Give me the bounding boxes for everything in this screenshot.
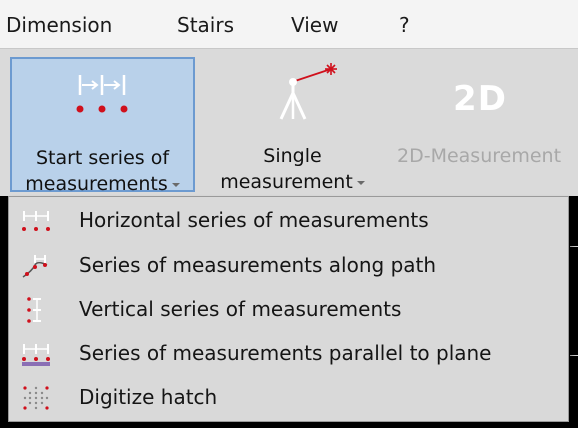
vertical-series-icon (27, 297, 41, 323)
menu-view[interactable]: View (291, 0, 338, 48)
menu-stairs[interactable]: Stairs (177, 0, 234, 48)
single-measurement-label-line2: measurement (220, 171, 353, 193)
menu-item-label: Horizontal series of measurements (79, 208, 429, 232)
2d-measurement-label-line1: 2D-Measurement (397, 145, 562, 167)
series-dropdown-menu: Horizontal series of measurements Series… (8, 196, 569, 422)
path-series-icon (22, 255, 48, 278)
start-series-label-line2: measurements (25, 173, 168, 195)
menu-help[interactable]: ? (399, 0, 410, 48)
single-measurement-label-line1: Single (263, 145, 322, 167)
menu-item-label: Series of measurements along path (79, 253, 437, 277)
ribbon-panel: Start series of measurements Single meas… (0, 49, 578, 196)
menu-bar: Dimension Stairs View ? (0, 0, 578, 49)
menu-item-label: Digitize hatch (79, 385, 218, 409)
parallel-plane-series-icon (22, 344, 50, 366)
menu-item-parallel-plane-series[interactable]: Series of measurements parallel to plane (9, 331, 568, 375)
menu-dimension[interactable]: Dimension (6, 0, 112, 48)
start-series-button[interactable]: Start series of measurements (10, 57, 195, 195)
series-measurement-icon (76, 75, 128, 113)
menu-item-path-series[interactable]: Series of measurements along path (9, 243, 568, 287)
menu-item-label: Series of measurements parallel to plane (79, 341, 492, 365)
start-series-label: Start series of measurements (12, 145, 193, 197)
single-measurement-button[interactable]: Single measurement (205, 57, 380, 195)
menu-item-label: Vertical series of measurements (79, 297, 402, 321)
single-measurement-label: Single measurement (205, 143, 380, 195)
background-divider (570, 355, 578, 356)
background-divider (570, 246, 578, 247)
tripod-laser-icon (279, 63, 337, 120)
menu-item-horizontal-series[interactable]: Horizontal series of measurements (9, 198, 568, 242)
2d-text-icon: 2D (453, 79, 507, 119)
menu-item-digitize-hatch[interactable]: Digitize hatch (9, 375, 568, 419)
start-series-label-line1: Start series of (35, 147, 170, 169)
chevron-down-icon (356, 180, 365, 185)
2d-measurement-label: 2D-Measurement (397, 143, 578, 169)
chevron-down-icon (171, 182, 180, 187)
horizontal-series-icon (22, 211, 50, 231)
menu-item-vertical-series[interactable]: Vertical series of measurements (9, 287, 568, 331)
2d-measurement-button[interactable]: 2D 2D-Measurement (392, 57, 578, 192)
digitize-hatch-icon (23, 386, 49, 410)
